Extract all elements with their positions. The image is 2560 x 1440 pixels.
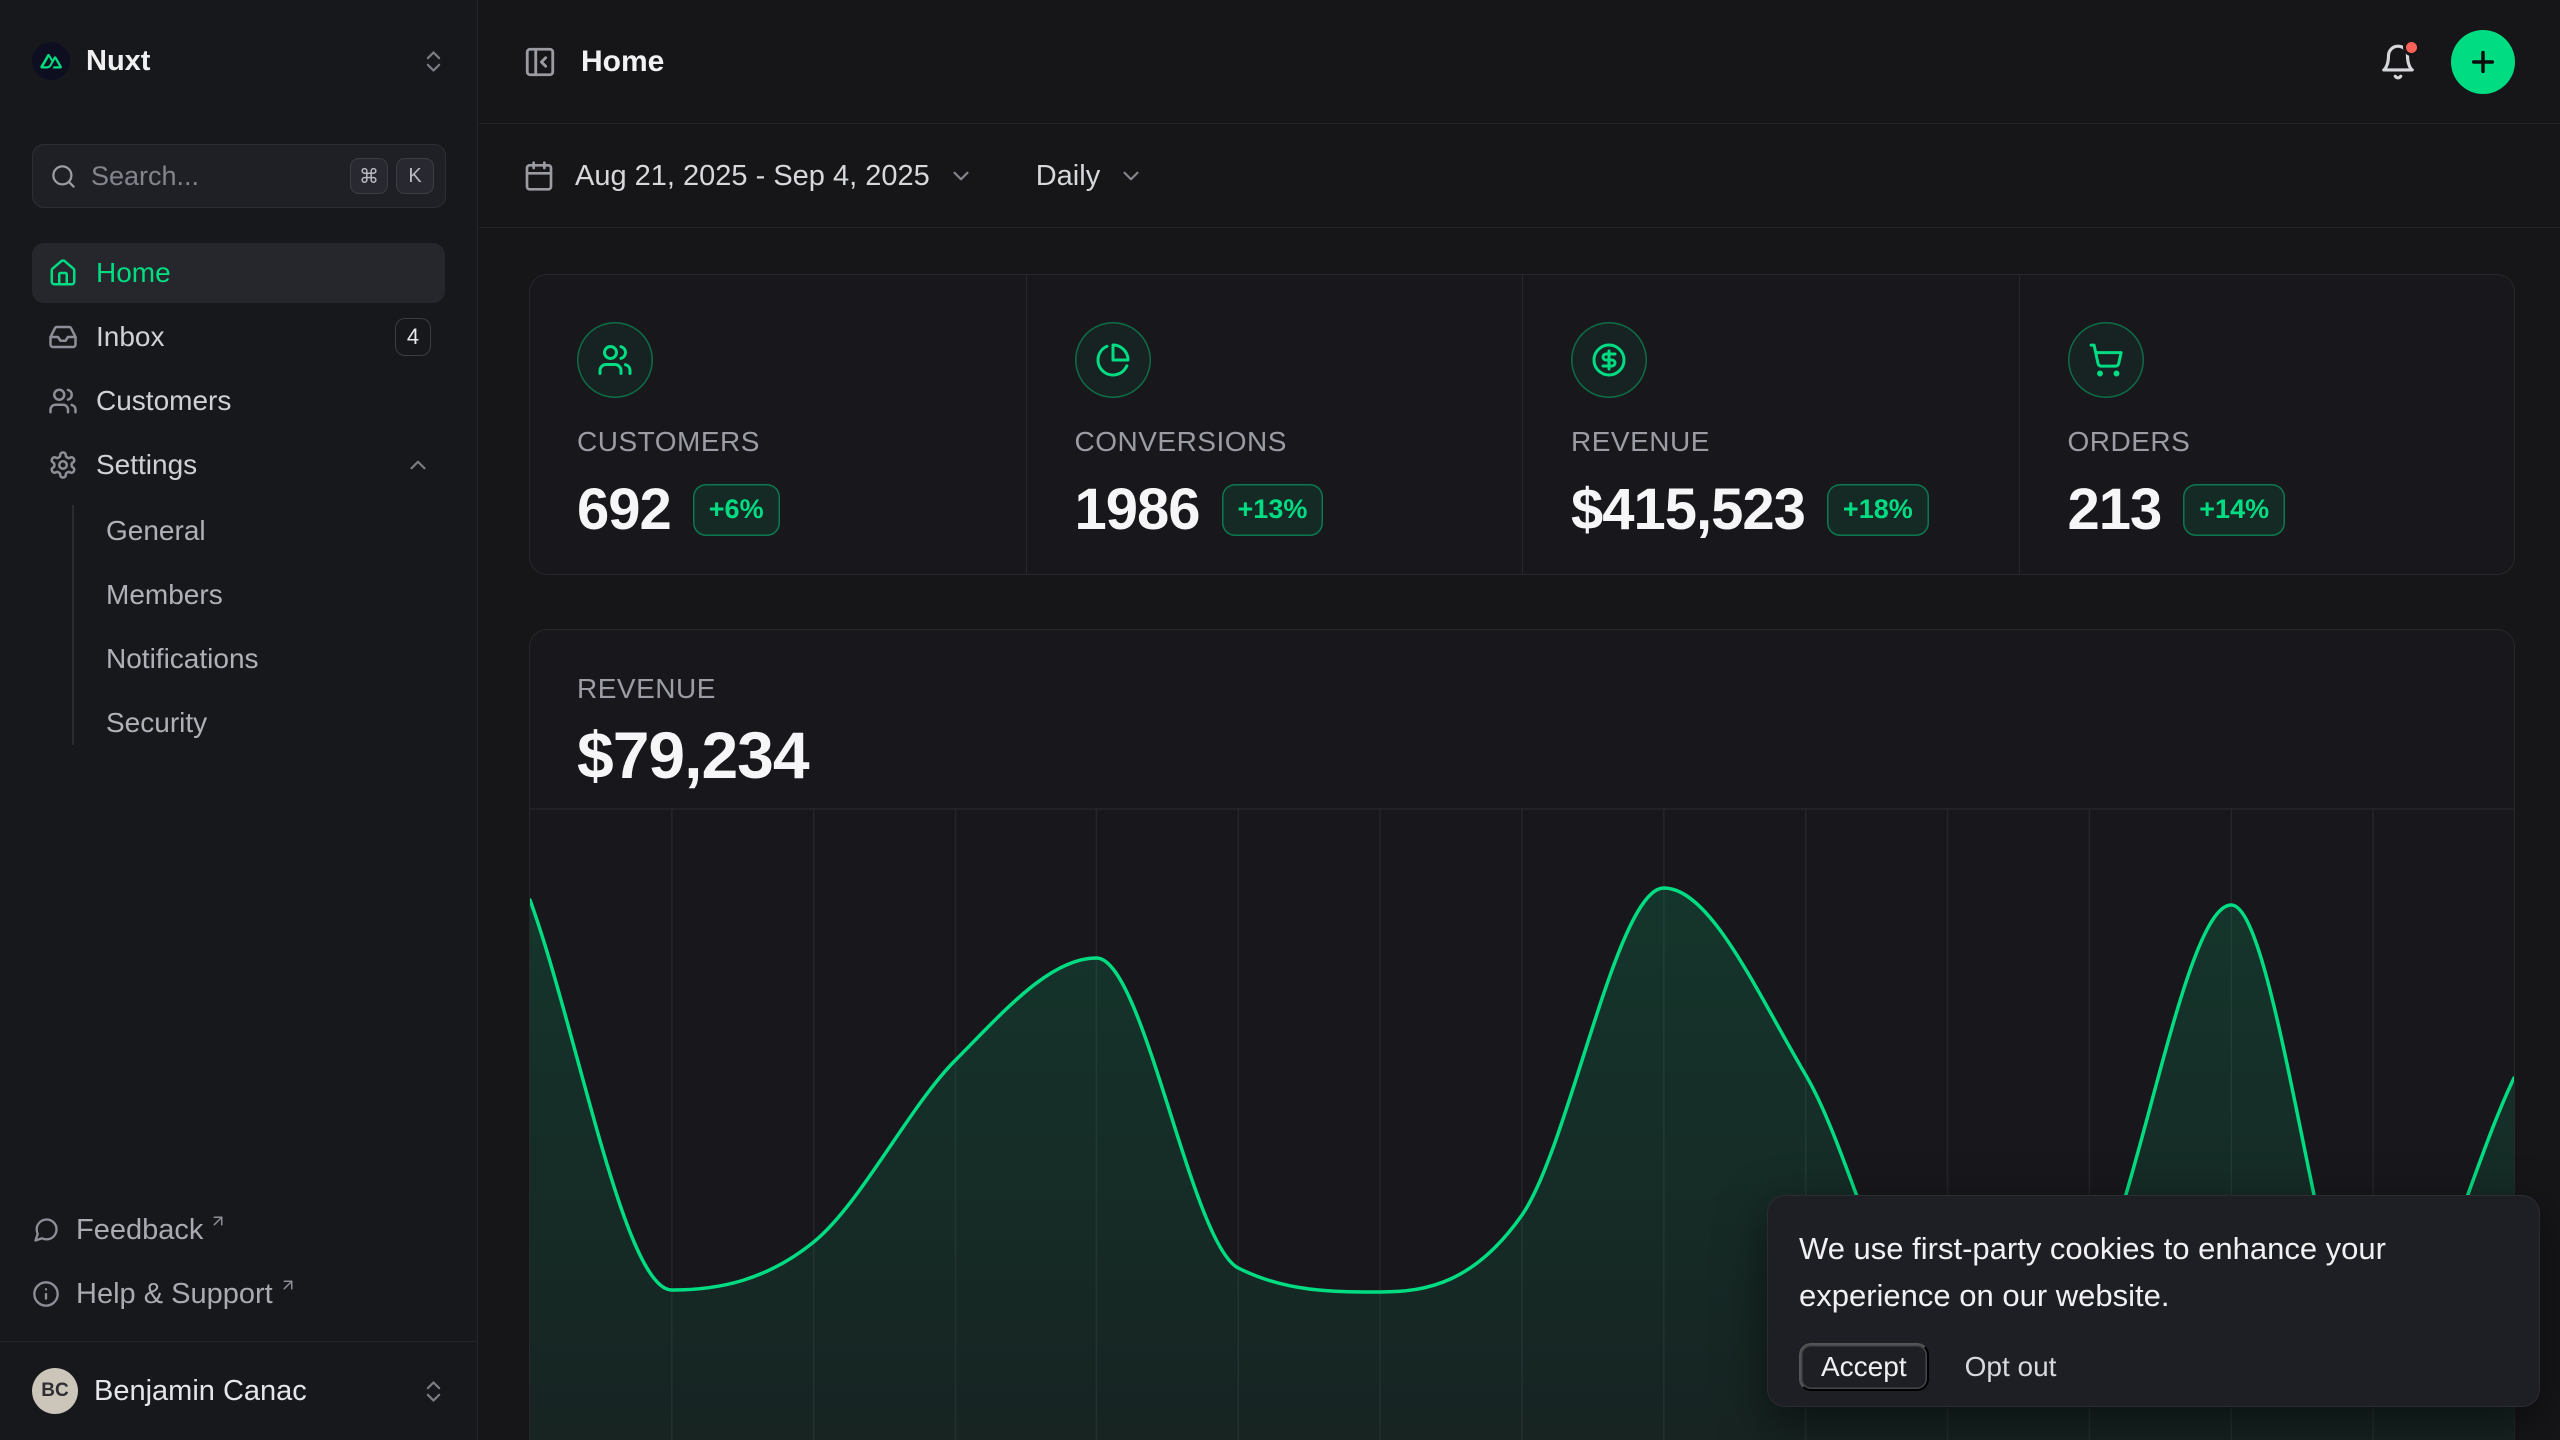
info-icon [32,1280,60,1308]
chevrons-up-down-icon [420,48,447,75]
cookie-message: We use first-party cookies to enhance yo… [1799,1225,2479,1319]
add-button[interactable] [2451,30,2515,94]
sidebar-item-label: Inbox [96,321,165,353]
toolbar: Aug 21, 2025 - Sep 4, 2025 Daily [479,125,2560,228]
external-link-icon [209,1212,227,1230]
cart-icon [2068,322,2144,398]
user-name: Benjamin Canac [94,1375,307,1408]
chevron-down-icon [948,163,974,189]
sidebar-item-notifications[interactable]: Notifications [106,627,445,691]
sidebar: Nuxt ⌘ K Home Inbox 4 Customers [0,0,478,1440]
stat-value: 213 [2068,476,2162,543]
chevron-down-icon [1118,163,1144,189]
team-switcher[interactable]: Nuxt [32,38,447,84]
settings-subnav: General Members Notifications Security [32,499,445,755]
feedback-link[interactable]: Feedback [32,1203,445,1257]
users-icon [48,386,78,416]
calendar-icon [523,160,555,192]
sidebar-item-security[interactable]: Security [106,691,445,755]
delta-badge: +18% [1827,484,1929,536]
nuxt-logo-icon [32,42,70,80]
notifications-button[interactable] [2379,43,2417,81]
opt-out-button[interactable]: Opt out [1965,1351,2057,1383]
sidebar-item-home[interactable]: Home [32,243,445,303]
stat-value: $415,523 [1571,476,1805,543]
stat-value: 1986 [1075,476,1200,543]
inbox-icon [48,322,78,352]
help-support-link[interactable]: Help & Support [32,1267,445,1321]
home-icon [48,258,78,288]
kbd-meta-key: ⌘ [350,158,388,194]
team-name: Nuxt [86,45,150,78]
stat-orders[interactable]: ORDERS 213 +14% [2019,274,2516,575]
stat-conversions[interactable]: CONVERSIONS 1986 +13% [1026,274,1523,575]
search-icon [50,163,77,190]
chat-bubble-icon [32,1216,60,1244]
granularity-label: Daily [1036,160,1100,193]
users-icon [577,322,653,398]
sidebar-item-label: Settings [96,449,197,481]
dashboard-app: Nuxt ⌘ K Home Inbox 4 Customers [0,0,2560,1440]
avatar: BC [32,1368,78,1414]
subnav-guide-line [72,505,74,745]
sidebar-nav: Home Inbox 4 Customers Settings General [32,243,445,755]
notification-dot [2403,39,2420,56]
sidebar-divider [0,1341,477,1342]
stats-card: CUSTOMERS 692 +6% CONVERSIONS 1986 +13% … [529,274,2515,575]
stat-customers[interactable]: CUSTOMERS 692 +6% [529,274,1026,575]
plus-icon [2467,46,2499,78]
user-menu[interactable]: BC Benjamin Canac [32,1360,447,1422]
chevrons-up-down-icon [420,1378,447,1405]
date-range-label: Aug 21, 2025 - Sep 4, 2025 [575,160,930,193]
sidebar-item-members[interactable]: Members [106,563,445,627]
collapse-sidebar-button[interactable] [523,45,557,79]
sidebar-item-settings[interactable]: Settings [32,435,445,495]
delta-badge: +6% [693,484,780,536]
gear-icon [48,450,78,480]
delta-badge: +13% [1222,484,1324,536]
dollar-circle-icon [1571,322,1647,398]
date-range-picker[interactable]: Aug 21, 2025 - Sep 4, 2025 [523,160,974,193]
inbox-count-badge: 4 [395,318,431,356]
cookie-banner: We use first-party cookies to enhance yo… [1767,1195,2540,1407]
sidebar-item-inbox[interactable]: Inbox 4 [32,307,445,367]
sidebar-item-general[interactable]: General [106,499,445,563]
pie-chart-icon [1075,322,1151,398]
stat-revenue[interactable]: REVENUE $415,523 +18% [1522,274,2019,575]
search-input-wrap[interactable]: ⌘ K [32,144,446,208]
revenue-label: REVENUE [577,673,2515,705]
external-link-icon [279,1276,297,1294]
accept-button[interactable]: Accept [1799,1343,1929,1391]
page-header: Home [479,0,2560,124]
sidebar-item-customers[interactable]: Customers [32,371,445,431]
sidebar-item-label: Customers [96,385,231,417]
chevron-up-icon [405,452,431,478]
kbd-k-key: K [396,158,434,194]
search-input[interactable] [91,161,342,192]
granularity-select[interactable]: Daily [1036,160,1144,193]
stat-value: 692 [577,476,671,543]
sidebar-item-label: Home [96,257,171,289]
revenue-value: $79,234 [577,717,2515,793]
delta-badge: +14% [2183,484,2285,536]
page-title: Home [581,45,664,79]
